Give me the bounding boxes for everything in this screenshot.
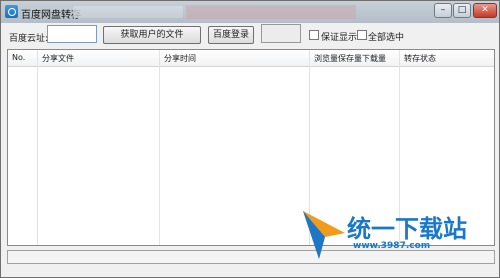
- window-title: 百度网盘转存: [21, 10, 81, 21]
- column-share-file: 分享文件: [38, 50, 160, 245]
- watermark-logo: 统一下载站 www.3987.com: [299, 207, 499, 265]
- select-all-checkbox-label: 全部选中: [368, 33, 405, 43]
- header-views-saves-downloads[interactable]: 浏览量保存量下载量: [314, 53, 386, 64]
- baidu-login-button[interactable]: 百度登录: [208, 26, 254, 44]
- watermark-logo-mark: [303, 211, 345, 259]
- status-box: [261, 24, 301, 43]
- background-window-strip: [186, 5, 356, 19]
- header-share-file[interactable]: 分享文件: [42, 53, 74, 64]
- select-all-checkbox[interactable]: [357, 30, 367, 40]
- url-label: 百度云址:: [9, 34, 49, 44]
- header-no[interactable]: No.: [12, 53, 25, 62]
- watermark-site: www.3987.com: [353, 241, 431, 251]
- verify-checkbox-label: 保证显示: [321, 33, 358, 43]
- column-no: No.: [8, 50, 38, 245]
- close-button[interactable]: ✕: [473, 3, 497, 18]
- verify-checkbox[interactable]: [309, 30, 319, 40]
- background-tab: [73, 6, 183, 18]
- minimize-button[interactable]: –: [434, 3, 452, 18]
- app-icon: [5, 5, 18, 18]
- maximize-button[interactable]: □: [453, 3, 471, 18]
- header-share-time[interactable]: 分享时间: [164, 53, 196, 64]
- url-input[interactable]: [47, 25, 97, 43]
- title-bar: 百度网盘转存 – □ ✕: [1, 1, 499, 23]
- app-window: 百度网盘转存 – □ ✕ 百度云址: 获取用户的文件 百度登录 保证显示 全部选…: [0, 0, 500, 278]
- column-share-time: 分享时间: [160, 50, 310, 245]
- header-transfer-status[interactable]: 转存状态: [404, 53, 436, 64]
- watermark-text: 统一下载站: [347, 215, 467, 243]
- fetch-files-button[interactable]: 获取用户的文件: [103, 26, 201, 44]
